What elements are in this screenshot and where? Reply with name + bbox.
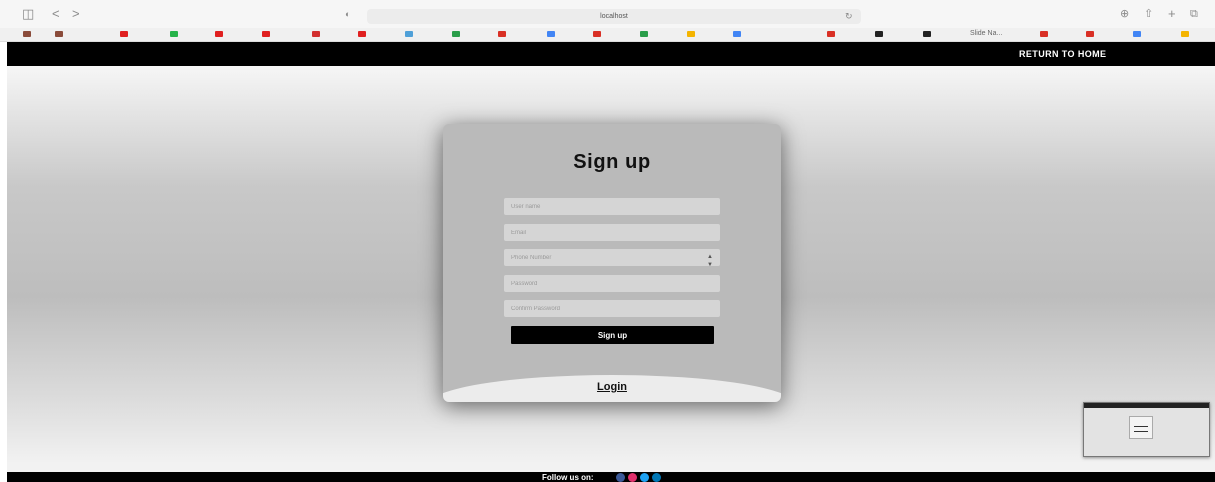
github-icon[interactable]	[875, 31, 883, 37]
address-url: localhost	[600, 13, 628, 20]
slides-icon[interactable]	[687, 31, 695, 37]
password-input[interactable]	[504, 275, 720, 292]
confirm-password-input[interactable]	[504, 300, 720, 317]
google-icon[interactable]	[547, 31, 555, 37]
sidebar-toggle-icon[interactable]: ◫	[22, 7, 34, 21]
linkedin-icon[interactable]	[652, 473, 661, 482]
youtube-icon[interactable]	[262, 31, 270, 37]
gmail-icon[interactable]	[1040, 31, 1048, 37]
phone-stepper[interactable]: ▲ ▼	[706, 253, 714, 270]
gear-icon[interactable]	[312, 31, 320, 37]
thumbnail-line	[1134, 426, 1148, 427]
page-title: Sign up	[573, 151, 651, 173]
signup-button[interactable]: Sign up	[511, 326, 714, 344]
twitter-icon[interactable]	[640, 473, 649, 482]
whatsapp-icon[interactable]	[170, 31, 178, 37]
site-footer: Follow us on:	[7, 472, 1215, 482]
login-link[interactable]: Login	[443, 381, 781, 393]
email-input[interactable]	[504, 224, 720, 241]
gmail-icon[interactable]	[593, 31, 601, 37]
favorites-bar: Slide Na...	[0, 28, 1215, 42]
gmail-icon[interactable]	[827, 31, 835, 37]
facebook-icon[interactable]	[616, 473, 625, 482]
google-icon[interactable]	[1133, 31, 1141, 37]
site-header: RETURN TO HOME	[7, 42, 1215, 66]
new-tab-icon[interactable]: +	[1168, 7, 1176, 21]
reload-icon[interactable]: ↻	[845, 9, 853, 24]
download-icon[interactable]: ⊕	[1120, 7, 1129, 21]
username-input[interactable]	[504, 198, 720, 215]
privacy-icon[interactable]: ◐	[345, 7, 350, 21]
address-bar[interactable]: localhost ↻	[367, 9, 861, 24]
pencil-icon[interactable]	[1181, 31, 1189, 37]
sheets-icon[interactable]	[640, 31, 648, 37]
thumbnail-line	[1134, 431, 1148, 432]
docs-icon[interactable]	[733, 31, 741, 37]
back-icon[interactable]: <	[52, 7, 60, 21]
chrome-icon[interactable]	[405, 31, 413, 37]
web-page: RETURN TO HOME Sign up ▲▼ Sign up Login …	[7, 42, 1215, 482]
youtube-icon[interactable]	[215, 31, 223, 37]
sheets-icon[interactable]	[452, 31, 460, 37]
thumbnail-card	[1129, 416, 1153, 439]
youtube-icon[interactable]	[120, 31, 128, 37]
follow-label: Follow us on:	[542, 473, 594, 482]
browser-toolbar: ◫ < > ◐ localhost ↻ ⊕ ⇧ + ⧉	[0, 0, 1215, 28]
phone-input[interactable]	[504, 249, 720, 266]
tab-overview-icon[interactable]: ⧉	[1190, 7, 1198, 21]
instagram-icon[interactable]	[628, 473, 637, 482]
youtube-icon[interactable]	[358, 31, 366, 37]
tab-slide-label[interactable]: Slide Na...	[970, 30, 1002, 38]
page-thumbnail[interactable]	[1083, 402, 1210, 457]
forward-icon[interactable]: >	[72, 7, 80, 21]
gmail-icon[interactable]	[1086, 31, 1094, 37]
signup-card: Sign up ▲▼ Sign up Login	[443, 124, 781, 402]
return-home-link[interactable]: RETURN TO HOME	[1019, 42, 1106, 66]
bookmark-icon[interactable]	[55, 31, 63, 37]
gmail-icon[interactable]	[498, 31, 506, 37]
thumbnail-header	[1084, 403, 1209, 408]
github-icon[interactable]	[923, 31, 931, 37]
share-icon[interactable]: ⇧	[1144, 7, 1153, 21]
bookmark-icon[interactable]	[23, 31, 31, 37]
